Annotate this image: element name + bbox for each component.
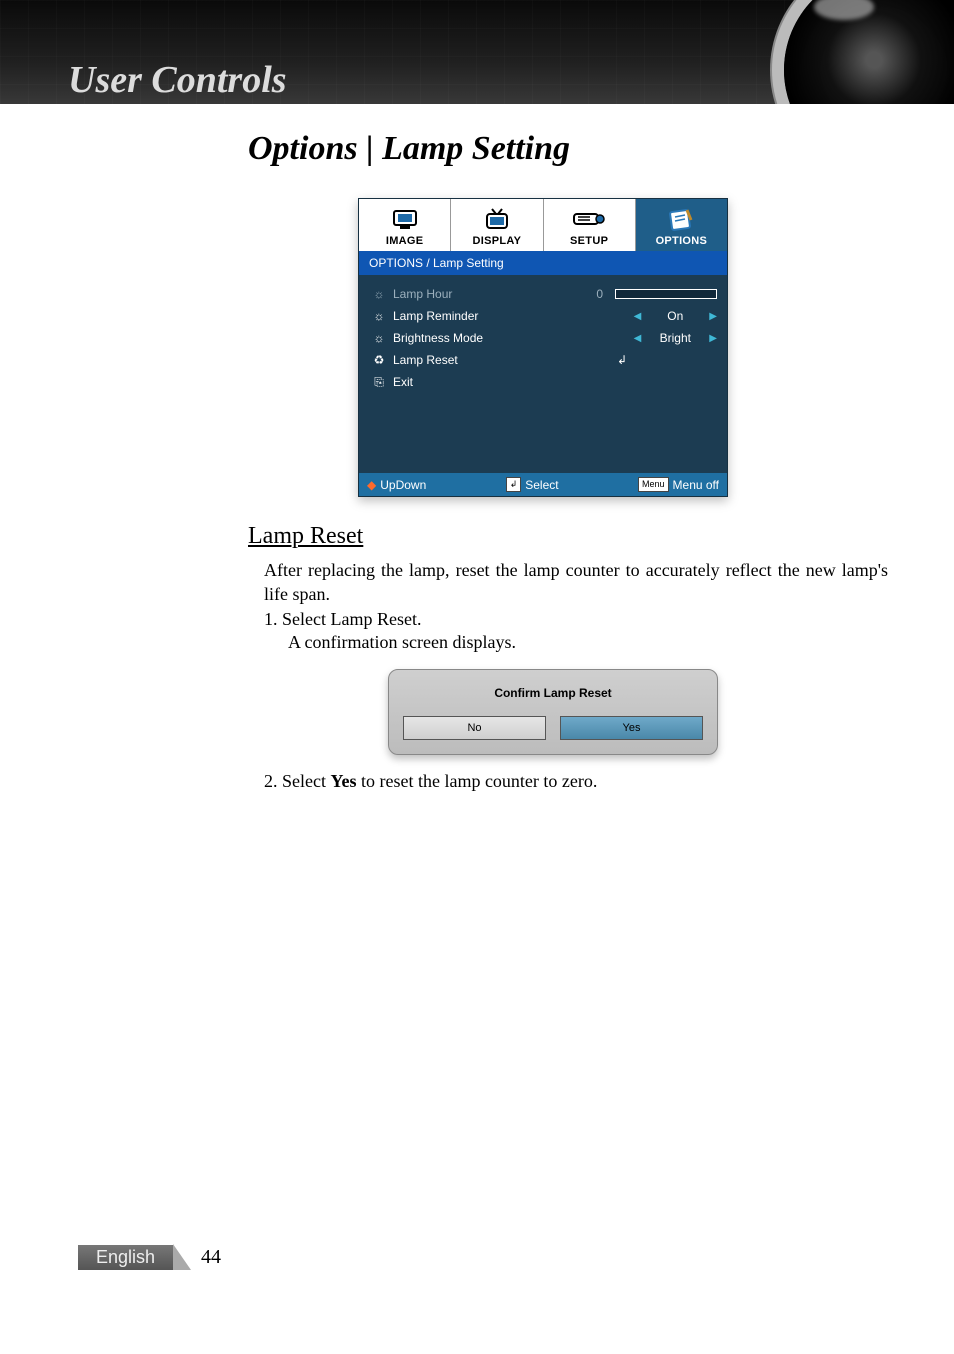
arrow-left-icon[interactable]: ◀	[634, 311, 642, 322]
item-label: Brightness Mode	[393, 331, 523, 345]
page-footer: English 44	[78, 1244, 221, 1270]
osd-menu: IMAGE DISPLAY SETUP OPTIONS OP	[358, 198, 728, 497]
exit-icon: ⎘	[369, 375, 389, 390]
step-1: 1. Select Lamp Reset.	[264, 609, 888, 630]
section-title: Lamp Reset	[248, 523, 888, 550]
intro-paragraph: After replacing the lamp, reset the lamp…	[264, 558, 888, 607]
tab-label: OPTIONS	[636, 233, 727, 251]
menu-key-icon: Menu	[638, 477, 669, 492]
page-header: User Controls	[0, 0, 954, 104]
item-label: Lamp Reminder	[393, 309, 523, 323]
enter-key-icon: ↲	[506, 477, 522, 492]
item-lamp-reset[interactable]: ♻ Lamp Reset ↲	[369, 349, 717, 371]
step-2: 2. Select Yes to reset the lamp counter …	[264, 771, 888, 792]
confirm-dialog: Confirm Lamp Reset No Yes	[388, 669, 718, 755]
bulb-icon: ☼	[369, 309, 389, 323]
osd-items: ☼ Lamp Hour 0 ☼ Lamp Reminder ◀ On ▶ ☼ B…	[359, 275, 727, 473]
osd-footer: ◆ UpDown ↲ Select Menu Menu off	[359, 473, 727, 496]
arrow-right-icon[interactable]: ▶	[709, 333, 717, 344]
dialog-title: Confirm Lamp Reset	[403, 686, 703, 700]
tab-image[interactable]: IMAGE	[359, 199, 451, 251]
content-area: Options | Lamp Setting IMAGE DISPLAY SET…	[248, 130, 888, 794]
item-label: Exit	[393, 375, 523, 389]
slider-track	[615, 289, 717, 299]
tab-label: DISPLAY	[451, 233, 542, 251]
step-2-post: to reset the lamp counter to zero.	[356, 771, 597, 791]
bulb-icon: ☼	[369, 287, 389, 301]
arrow-right-icon[interactable]: ▶	[709, 311, 717, 322]
page-number: 44	[201, 1246, 221, 1269]
yes-button[interactable]: Yes	[560, 716, 703, 740]
osd-breadcrumb: OPTIONS / Lamp Setting	[359, 251, 727, 275]
header-title: User Controls	[68, 58, 287, 102]
tab-options[interactable]: OPTIONS	[636, 199, 727, 251]
item-label: Lamp Hour	[393, 287, 523, 301]
footer-menuoff: Menu off	[673, 478, 719, 492]
notepad-icon	[636, 205, 727, 233]
item-brightness-mode[interactable]: ☼ Brightness Mode ◀ Bright ▶	[369, 327, 717, 349]
tab-setup[interactable]: SETUP	[544, 199, 636, 251]
step-2-bold: Yes	[330, 771, 356, 791]
lamp-reminder-value: On	[647, 309, 703, 323]
item-lamp-hour: ☼ Lamp Hour 0	[369, 283, 717, 305]
footer-select: Select	[525, 478, 558, 492]
monitor-icon	[359, 205, 450, 233]
arrow-left-icon[interactable]: ◀	[634, 333, 642, 344]
item-lamp-reminder[interactable]: ☼ Lamp Reminder ◀ On ▶	[369, 305, 717, 327]
tab-label: IMAGE	[359, 233, 450, 251]
lamp-hour-value: 0	[596, 287, 603, 301]
tab-display[interactable]: DISPLAY	[451, 199, 543, 251]
footer-language: English	[78, 1245, 173, 1270]
no-button[interactable]: No	[403, 716, 546, 740]
projector-icon	[544, 205, 635, 233]
brightness-mode-value: Bright	[647, 331, 703, 345]
enter-icon: ↲	[617, 353, 627, 367]
updown-icon: ◆	[367, 478, 376, 492]
footer-updown: UpDown	[380, 478, 426, 492]
item-label: Lamp Reset	[393, 353, 523, 367]
reset-icon: ♻	[369, 353, 389, 367]
lens-graphic	[784, 0, 954, 104]
tv-icon	[451, 205, 542, 233]
tab-label: SETUP	[544, 233, 635, 251]
bulb-icon: ☼	[369, 331, 389, 345]
step-2-pre: 2. Select	[264, 771, 330, 791]
step-1-sub: A confirmation screen displays.	[288, 632, 888, 653]
page-title: Options | Lamp Setting	[248, 130, 888, 168]
footer-wedge	[173, 1244, 191, 1270]
osd-tabs: IMAGE DISPLAY SETUP OPTIONS	[359, 199, 727, 251]
item-exit[interactable]: ⎘ Exit	[369, 371, 717, 393]
